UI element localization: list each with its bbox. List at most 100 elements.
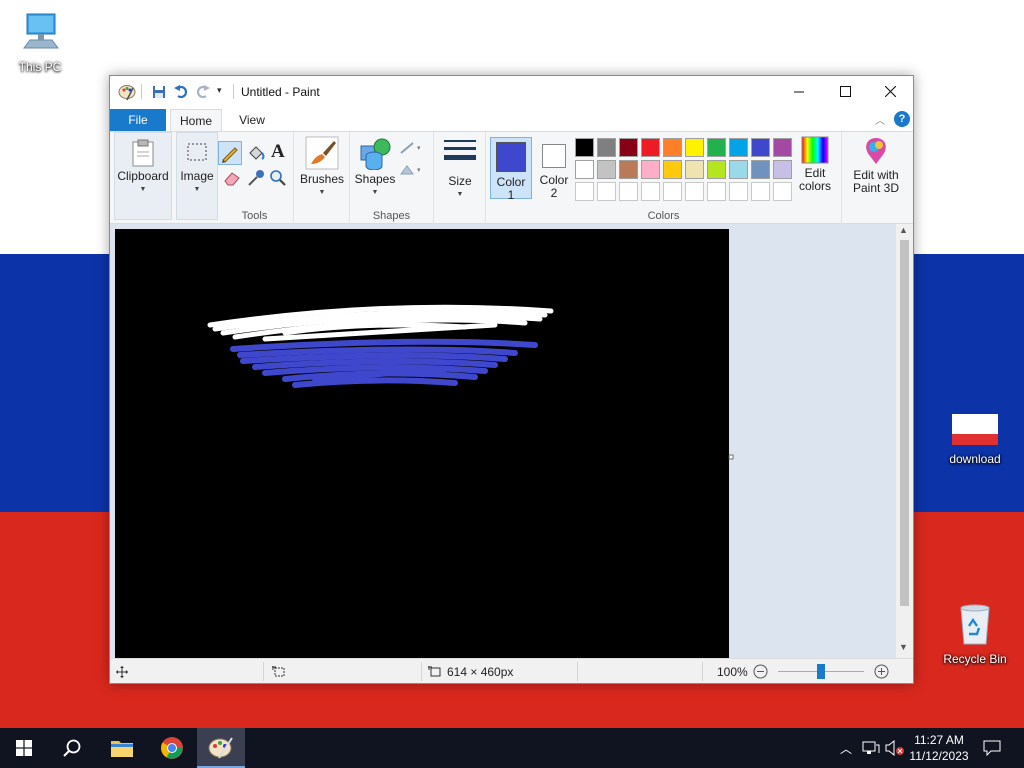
- clock[interactable]: 11:27 AM 11/12/2023: [908, 728, 970, 768]
- tab-file[interactable]: File: [110, 109, 166, 131]
- shapes-button[interactable]: Shapes ▼: [354, 136, 396, 199]
- tab-home[interactable]: Home: [170, 109, 222, 131]
- palette-swatch[interactable]: [729, 182, 748, 201]
- line-size-icon: [444, 140, 476, 160]
- palette-swatch[interactable]: [773, 182, 792, 201]
- undo-icon[interactable]: [174, 85, 189, 99]
- minimize-button[interactable]: [776, 76, 822, 107]
- edit-with-paint3d-button[interactable]: Edit with Paint 3D: [844, 136, 908, 195]
- color1-swatch: [496, 142, 526, 172]
- outline-icon[interactable]: ▾: [399, 140, 427, 156]
- color1-button[interactable]: Color 1: [490, 137, 532, 202]
- edit-colors-button[interactable]: Edit colors: [792, 136, 838, 193]
- palette-swatch[interactable]: [773, 160, 792, 179]
- palette-swatch[interactable]: [641, 182, 660, 201]
- pencil-icon: [222, 147, 238, 163]
- network-icon[interactable]: [860, 728, 882, 768]
- palette-swatch[interactable]: [751, 138, 770, 157]
- palette-swatch[interactable]: [685, 138, 704, 157]
- start-button[interactable]: [0, 728, 48, 768]
- palette-swatch[interactable]: [773, 138, 792, 157]
- volume-muted-icon[interactable]: [884, 728, 906, 768]
- desktop-icon-recycle-bin[interactable]: Recycle Bin: [935, 602, 1015, 666]
- palette-swatch[interactable]: [619, 182, 638, 201]
- recycle-bin-icon: [960, 604, 990, 645]
- notification-icon: [983, 740, 1001, 756]
- palette-swatch[interactable]: [751, 182, 770, 201]
- palette-swatch[interactable]: [729, 138, 748, 157]
- redo-icon[interactable]: [195, 85, 210, 99]
- palette-swatch[interactable]: [575, 160, 594, 179]
- canvas-workspace: ▲ ▼: [110, 224, 913, 659]
- paint-taskbar-icon: [208, 737, 233, 759]
- size-label: Size: [448, 174, 472, 188]
- drawing-canvas[interactable]: [115, 229, 735, 659]
- palette-swatch[interactable]: [729, 160, 748, 179]
- select-icon: [187, 143, 207, 161]
- palette-swatch[interactable]: [685, 160, 704, 179]
- magnifier-icon[interactable]: [269, 169, 287, 187]
- taskbar-file-explorer[interactable]: [98, 728, 146, 768]
- paint-app-icon[interactable]: [118, 83, 136, 101]
- palette-swatch[interactable]: [663, 138, 682, 157]
- tab-view[interactable]: View: [228, 109, 276, 131]
- tools-group: A Tools: [216, 132, 294, 225]
- action-center-button[interactable]: [978, 728, 1006, 768]
- text-tool-icon[interactable]: A: [271, 141, 285, 163]
- palette-swatch[interactable]: [619, 160, 638, 179]
- search-button[interactable]: [48, 728, 96, 768]
- size-group: Size ▼: [434, 132, 486, 225]
- desktop-icon-this-pc[interactable]: This PC: [0, 10, 80, 74]
- brushes-button[interactable]: Brushes ▼: [298, 136, 346, 199]
- palette-swatch[interactable]: [619, 138, 638, 157]
- minimize-icon: [794, 91, 804, 92]
- shapes-group-label: Shapes: [372, 210, 411, 222]
- zoom-in-button[interactable]: [874, 659, 889, 684]
- customize-quick-access-icon[interactable]: ▾: [217, 85, 222, 96]
- selection-size-icon: [272, 659, 286, 684]
- palette-swatch[interactable]: [707, 182, 726, 201]
- show-hidden-icons-chevron-icon[interactable]: ︿: [836, 728, 856, 768]
- save-icon[interactable]: [152, 85, 166, 99]
- title-bar[interactable]: ▾ Untitled - Paint: [110, 76, 913, 107]
- color2-button[interactable]: Color 2: [534, 137, 574, 200]
- palette-swatch[interactable]: [575, 138, 594, 157]
- svg-text:▾: ▾: [417, 166, 421, 174]
- palette-swatch[interactable]: [663, 160, 682, 179]
- scrollbar-thumb[interactable]: [900, 240, 909, 606]
- fill-icon[interactable]: ▾: [399, 162, 427, 178]
- taskbar-paint[interactable]: [197, 728, 245, 768]
- palette-swatch[interactable]: [641, 160, 660, 179]
- palette-swatch[interactable]: [597, 160, 616, 179]
- maximize-button[interactable]: [822, 76, 868, 107]
- palette-swatch[interactable]: [597, 138, 616, 157]
- palette-swatch[interactable]: [597, 182, 616, 201]
- zoom-out-button[interactable]: [753, 659, 768, 684]
- desktop-icon-download[interactable]: download: [935, 414, 1015, 466]
- fill-bucket-icon[interactable]: [246, 143, 266, 163]
- scroll-up-icon[interactable]: ▲: [899, 225, 908, 235]
- palette-swatch[interactable]: [575, 182, 594, 201]
- clipboard-icon: [132, 139, 154, 167]
- zoom-slider-thumb[interactable]: [817, 664, 825, 679]
- size-button[interactable]: Size ▼: [440, 136, 480, 201]
- palette-swatch[interactable]: [707, 138, 726, 157]
- taskbar-chrome[interactable]: [148, 728, 196, 768]
- palette-swatch[interactable]: [663, 182, 682, 201]
- palette-swatch[interactable]: [641, 138, 660, 157]
- pencil-tool[interactable]: [218, 141, 242, 165]
- image-button[interactable]: Image ▼: [176, 132, 218, 220]
- help-icon[interactable]: ?: [894, 111, 910, 127]
- palette-swatch[interactable]: [707, 160, 726, 179]
- close-button[interactable]: [867, 76, 913, 107]
- ribbon-home: Clipboard ▼ Image ▼ A Tools Brushes ▼ Sh…: [110, 131, 913, 225]
- palette-swatch[interactable]: [685, 182, 704, 201]
- color-picker-icon[interactable]: [247, 169, 265, 187]
- eraser-icon[interactable]: [223, 170, 241, 186]
- vertical-scrollbar[interactable]: ▲ ▼: [896, 224, 913, 658]
- scroll-down-icon[interactable]: ▼: [899, 642, 908, 652]
- canvas-resize-handle[interactable]: [728, 454, 734, 460]
- palette-swatch[interactable]: [751, 160, 770, 179]
- clipboard-button[interactable]: Clipboard ▼: [114, 132, 172, 220]
- collapse-ribbon-icon[interactable]: ︿: [875, 112, 885, 127]
